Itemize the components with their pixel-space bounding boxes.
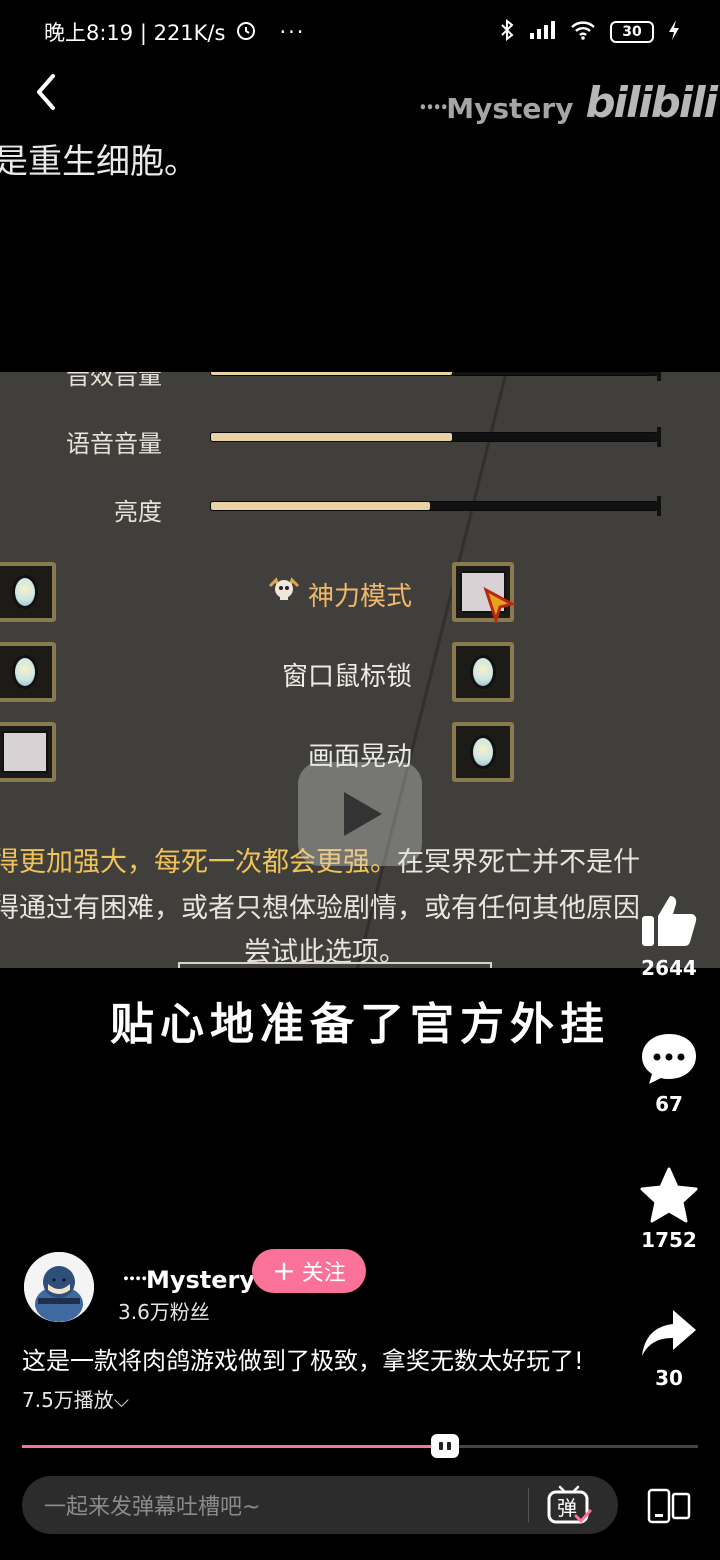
danmaku-input[interactable]: 一起来发弹幕吐槽吧~ — [22, 1476, 618, 1534]
danmaku-toggle-label: 弹 — [557, 1496, 577, 1520]
share-button[interactable]: 30 — [632, 1306, 706, 1390]
toggle-pad — [2, 731, 48, 773]
option-label: 神力模式 — [308, 582, 413, 612]
video-caption-top: 是重生细胞。 — [0, 142, 198, 182]
author-name[interactable]: ᠁Mystery — [118, 1254, 255, 1296]
back-button[interactable] — [22, 64, 70, 120]
comment-icon — [642, 1034, 696, 1084]
share-arrow-icon — [642, 1310, 696, 1356]
plus-icon: + — [272, 1254, 296, 1287]
progress-fill — [22, 1445, 445, 1448]
frame-divider — [178, 962, 492, 968]
alarm-icon — [235, 19, 257, 46]
danmaku-separator — [528, 1488, 529, 1522]
avatar-image — [24, 1252, 94, 1322]
favorite-button[interactable]: 1752 — [632, 1166, 706, 1252]
play-button[interactable] — [298, 762, 422, 866]
setting-slider — [210, 496, 661, 516]
author-fans: 3.6万粉丝 — [118, 1300, 210, 1324]
video-subtitle: 贴心地准备了官方外挂 — [110, 999, 610, 1050]
description-text: 这是一款将肉鸽游戏做到了极致，拿奖无数太好玩了! — [22, 1347, 584, 1375]
author-avatar[interactable] — [24, 1252, 94, 1322]
danmaku-placeholder: 一起来发弹幕吐槽吧~ — [44, 1495, 261, 1520]
toggle-box — [0, 722, 56, 782]
toggle-box — [0, 642, 56, 702]
danmaku-toggle-button[interactable]: 弹 — [546, 1484, 592, 1526]
watermark-author: ᠁Mystery — [413, 91, 574, 125]
setting-label: 亮度 — [114, 498, 162, 526]
comment-button[interactable]: 67 — [632, 1030, 706, 1116]
follow-label: 关注 — [301, 1261, 346, 1286]
thumbs-up-icon — [642, 896, 697, 946]
status-time-speed: 晚上8:19 | 221K/s — [44, 21, 226, 45]
slider-end — [657, 496, 661, 516]
status-right: 30 — [500, 18, 680, 46]
toggle-box — [452, 642, 514, 702]
description-rest: 在冥界死亡并不是什 — [397, 847, 640, 878]
play-icon — [344, 792, 382, 836]
setting-label: 语音音量 — [66, 430, 162, 458]
comment-count: 67 — [655, 1092, 683, 1116]
toggle-knob — [12, 655, 38, 689]
toggle-box — [0, 562, 56, 622]
setting-label: 音效音量 — [66, 372, 162, 390]
slider-end — [657, 427, 661, 447]
screen-mode-icon — [647, 1488, 691, 1524]
cursor-icon — [482, 586, 518, 630]
danmaku-tv-icon: 弹 — [547, 1485, 592, 1524]
play-count: 7.5万播放 — [22, 1388, 114, 1412]
slider-fill — [211, 433, 452, 441]
status-bar: 晚上8:19 | 221K/s ··· 30 — [0, 0, 720, 64]
charging-icon — [668, 19, 680, 46]
slider-end — [657, 372, 661, 381]
battery-icon: 30 — [610, 21, 654, 43]
video-description: 这是一款将肉鸽游戏做到了极致，拿奖无数太好玩了! 7.5万播放⌵ — [22, 1342, 612, 1419]
thumb-eye — [438, 1442, 443, 1450]
setting-slider — [210, 427, 661, 447]
screen-mode-button[interactable] — [646, 1486, 692, 1526]
bluetooth-icon — [500, 18, 514, 46]
toggle-knob — [12, 575, 38, 609]
video-frame[interactable]: 音效音量 语音音量 亮度 神力模式 窗口鼠标锁 画面晃动 得更加强大，每死一次都… — [0, 372, 720, 968]
setting-slider — [210, 372, 661, 381]
chevron-left-icon — [37, 74, 55, 110]
wifi-icon — [570, 19, 596, 46]
like-button[interactable]: 2644 — [632, 890, 706, 980]
option-label: 窗口鼠标锁 — [282, 662, 413, 692]
follow-button[interactable]: + 关注 — [252, 1249, 366, 1293]
toggle-knob — [470, 655, 496, 689]
progress-track[interactable] — [22, 1434, 698, 1458]
skull-icon — [266, 572, 302, 610]
progress-thumb[interactable] — [430, 1434, 459, 1458]
toggle-box — [452, 722, 514, 782]
slider-fill — [211, 372, 452, 375]
slider-fill — [211, 502, 430, 510]
signal-icon — [528, 19, 556, 46]
toggle-knob — [470, 735, 496, 769]
video-watermark: ᠁Mystery bilibili — [414, 72, 720, 132]
like-count: 2644 — [641, 956, 697, 980]
bilibili-logo: bilibili — [585, 77, 718, 127]
more-dots: ··· — [279, 20, 306, 44]
status-left: 晚上8:19 | 221K/s ··· — [44, 17, 305, 47]
expand-chevron-icon[interactable]: ⌵ — [114, 1388, 129, 1412]
favorite-count: 1752 — [641, 1228, 697, 1252]
thumb-eye — [446, 1442, 451, 1450]
star-icon — [640, 1167, 698, 1223]
option-description-line: 得通过有困难，或者只想体验剧情，或有任何其他原因 — [0, 893, 640, 924]
share-count: 30 — [655, 1366, 683, 1390]
